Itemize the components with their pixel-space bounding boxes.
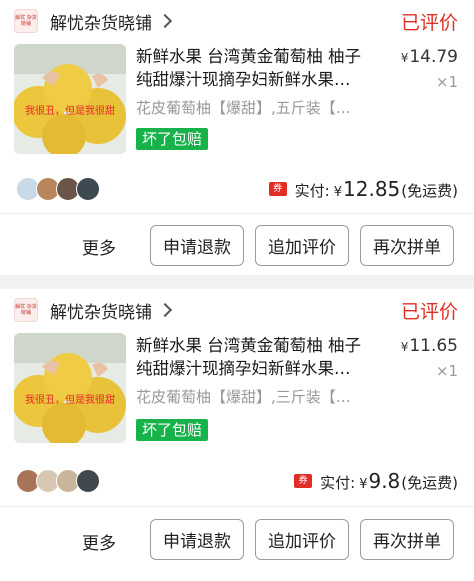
- refund-button[interactable]: 申请退款: [150, 225, 244, 266]
- refund-button[interactable]: 申请退款: [150, 519, 244, 560]
- product-spec: 花皮葡萄柚【爆甜】,五斤装【…: [136, 99, 351, 117]
- shop-link[interactable]: 解忧 杂货晓铺 解忧杂货晓铺: [14, 297, 173, 323]
- divider: [0, 506, 474, 507]
- paid-label: 实付:: [294, 182, 330, 200]
- avatar: [76, 177, 100, 201]
- more-button[interactable]: 更多: [82, 234, 116, 259]
- order-status: 已评价: [400, 301, 458, 323]
- product-title-line: 新鲜水果 台湾黄金葡萄柚 柚子: [136, 47, 361, 66]
- order-status: 已评价: [400, 12, 458, 34]
- avatar: [76, 469, 100, 493]
- quantity: ×1: [435, 73, 458, 91]
- add-review-button[interactable]: 追加评价: [255, 519, 349, 560]
- shop-name: 解忧杂货晓铺: [50, 302, 152, 323]
- coupon-icon: 券: [294, 474, 313, 488]
- product-title[interactable]: 新鲜水果 台湾黄金葡萄柚 柚子 纯甜爆汁现摘孕妇新鲜水果…: [136, 45, 380, 91]
- shipping-note: (免运费): [401, 474, 458, 492]
- shop-logo: 解忧 杂货晓铺: [14, 298, 38, 322]
- product-spec: 花皮葡萄柚【爆甜】,三斤装【…: [136, 388, 351, 406]
- paid-amount: 券 实付: ¥ 12.85 (免运费): [268, 177, 458, 201]
- paid-value: 9.8: [368, 469, 401, 493]
- paid-label: 实付:: [320, 474, 356, 492]
- unit-price: ¥14.79: [400, 47, 458, 67]
- quantity: ×1: [435, 362, 458, 380]
- product-title[interactable]: 新鲜水果 台湾黄金葡萄柚 柚子 纯甜爆汁现摘孕妇新鲜水果…: [136, 334, 380, 380]
- product-image-caption: 我很丑，但是我很甜: [25, 393, 115, 406]
- shop-link[interactable]: 解忧 杂货晓铺 解忧杂货晓铺: [14, 8, 173, 34]
- product-title-line: 纯甜爆汁现摘孕妇新鲜水果…: [136, 359, 351, 378]
- paid-amount: 券 实付: ¥ 9.8 (免运费): [294, 469, 458, 493]
- divider: [0, 213, 474, 214]
- guarantee-badge: 坏了包赔: [136, 128, 209, 150]
- chevron-right-icon: [157, 302, 173, 318]
- more-button[interactable]: 更多: [82, 529, 116, 554]
- guarantee-badge: 坏了包赔: [136, 419, 209, 441]
- paid-value: 12.85: [343, 177, 401, 201]
- product-image[interactable]: 我很丑，但是我很甜: [14, 333, 126, 443]
- shipping-note: (免运费): [401, 182, 458, 200]
- order-card[interactable]: 解忧 杂货晓铺 解忧杂货晓铺 已评价 我很丑，但是我很甜 新鲜水果 台湾黄金葡萄…: [0, 289, 474, 581]
- unit-price: ¥11.65: [400, 336, 458, 356]
- currency-symbol: ¥: [359, 477, 368, 492]
- product-image-caption: 我很丑，但是我很甜: [25, 104, 115, 117]
- product-image[interactable]: 我很丑，但是我很甜: [14, 44, 126, 154]
- coupon-icon: 券: [268, 182, 287, 196]
- shop-name: 解忧杂货晓铺: [50, 13, 152, 34]
- group-members[interactable]: [16, 177, 100, 201]
- group-members[interactable]: [16, 469, 100, 493]
- regroup-button[interactable]: 再次拼单: [360, 519, 454, 560]
- regroup-button[interactable]: 再次拼单: [360, 225, 454, 266]
- product-title-line: 纯甜爆汁现摘孕妇新鲜水果…: [136, 70, 351, 89]
- currency-symbol: ¥: [333, 185, 343, 200]
- product-title-line: 新鲜水果 台湾黄金葡萄柚 柚子: [136, 336, 361, 355]
- shop-logo: 解忧 杂货晓铺: [14, 9, 38, 33]
- order-card[interactable]: 解忧 杂货晓铺 解忧杂货晓铺 已评价 我很丑，但是我很甜 新鲜水果 台湾黄金葡萄…: [0, 0, 474, 275]
- chevron-right-icon: [157, 13, 173, 29]
- add-review-button[interactable]: 追加评价: [255, 225, 349, 266]
